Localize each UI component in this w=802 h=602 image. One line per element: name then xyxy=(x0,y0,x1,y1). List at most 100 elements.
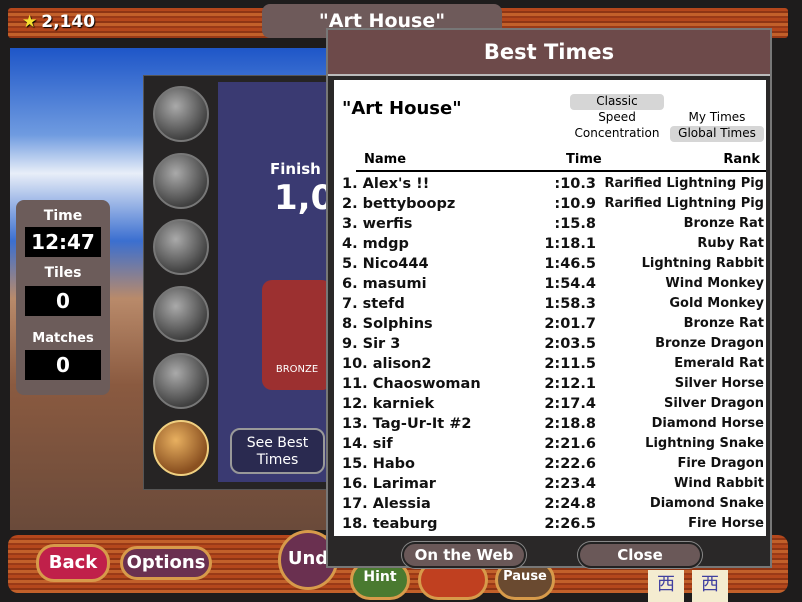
table-row: 3. werfis:15.8 Bronze Rat xyxy=(342,216,766,236)
player-name: 18. teaburg xyxy=(342,516,438,532)
table-row: 7. stefd 1:58.3 Gold Monkey xyxy=(342,296,766,316)
table-row: 13. Tag-Ur-It #2 2:18.8 Diamond Horse xyxy=(342,416,766,436)
player-rank: Bronze Rat xyxy=(683,216,764,231)
star-icon: ★ xyxy=(22,12,38,32)
mahjong-tile-west-icon: 西 xyxy=(692,570,728,602)
table-row: 9. Sir 3 2:03.5 Bronze Dragon xyxy=(342,336,766,356)
player-rank: Silver Dragon xyxy=(664,396,764,411)
tiger-medal-icon[interactable] xyxy=(153,286,209,342)
player-rank: Silver Horse xyxy=(674,376,764,391)
dragon-medal-icon[interactable] xyxy=(153,153,209,209)
table-row: 17. Alessia 2:24.8 Diamond Snake xyxy=(342,496,766,516)
options-button[interactable]: Options xyxy=(120,546,212,580)
table-row: 2. bettyboopz :10.9 Rarified Lightning Pig xyxy=(342,196,766,216)
player-time: 2:24.8 xyxy=(544,496,596,512)
table-row: 5. Nico444 1:46.5 Lightning Rabbit xyxy=(342,256,766,276)
player-time: 2:18.8 xyxy=(544,416,596,432)
matches-label: Matches xyxy=(32,331,94,346)
player-time: 2:26.5 xyxy=(544,516,596,532)
player-name: 14. sif xyxy=(342,436,393,452)
mahjong-tile-west-icon: 西 xyxy=(648,570,684,602)
column-time: Time xyxy=(566,152,602,167)
score-display: ★ 2,140 xyxy=(22,12,96,32)
player-name: 6. masumi xyxy=(342,276,427,292)
player-rank: Wind Monkey xyxy=(665,276,764,291)
table-row: 11. Chaoswoman 2:12.1 Silver Horse xyxy=(342,376,766,396)
player-rank: Gold Monkey xyxy=(669,296,764,311)
stats-panel: Time 12:47 Tiles 0 Matches 0 xyxy=(16,200,110,395)
bronze-medal: BRONZE xyxy=(262,280,332,390)
snake-medal-icon[interactable] xyxy=(153,86,209,142)
player-time: 2:12.1 xyxy=(544,376,596,392)
dialog-title: Best Times xyxy=(328,30,770,76)
player-time: :10.9 xyxy=(554,196,596,212)
rat-medal-icon[interactable] xyxy=(153,420,209,476)
back-button[interactable]: Back xyxy=(36,544,110,582)
column-name: Name xyxy=(364,152,407,167)
player-name: 17. Alessia xyxy=(342,496,431,512)
tiles-value: 0 xyxy=(25,286,101,316)
rabbit-medal-icon[interactable] xyxy=(153,219,209,275)
player-name: 15. Habo xyxy=(342,456,415,472)
player-rank: Fire Dragon xyxy=(677,456,764,471)
scope-my-times[interactable]: My Times xyxy=(670,110,764,124)
player-rank: Emerald Rat xyxy=(674,356,764,371)
player-rank: Diamond Horse xyxy=(651,416,764,431)
player-rank: Bronze Dragon xyxy=(655,336,764,351)
tiles-label: Tiles xyxy=(44,265,82,281)
table-row: 4. mdgp 1:18.1 Ruby Rat xyxy=(342,236,766,256)
table-row: 14. sif 2:21.6 Lightning Snake xyxy=(342,436,766,456)
table-row: 16. Larimar 2:23.4 Wind Rabbit xyxy=(342,476,766,496)
table-row: 15. Habo 2:22.6 Fire Dragon xyxy=(342,456,766,476)
player-rank: Bronze Rat xyxy=(683,316,764,331)
player-rank: Rarified Lightning Pig xyxy=(604,196,764,211)
player-time: 1:46.5 xyxy=(544,256,596,272)
player-time: 1:18.1 xyxy=(544,236,596,252)
scope-global-times[interactable]: Global Times xyxy=(670,126,764,142)
player-time: 2:01.7 xyxy=(544,316,596,332)
player-rank: Rarified Lightning Pig xyxy=(604,176,764,191)
ox-medal-icon[interactable] xyxy=(153,353,209,409)
player-name: 2. bettyboopz xyxy=(342,196,456,212)
player-rank: Lightning Snake xyxy=(645,436,764,451)
time-value: 12:47 xyxy=(25,227,101,257)
player-name: 4. mdgp xyxy=(342,236,409,252)
mode-speed[interactable]: Speed xyxy=(570,110,664,124)
player-name: 1. Alex's !! xyxy=(342,176,430,192)
player-time: 2:11.5 xyxy=(544,356,596,372)
player-name: 3. werfis xyxy=(342,216,413,232)
table-row: 1. Alex's !! :10.3 Rarified Lightning Pig xyxy=(342,176,766,196)
player-time: :10.3 xyxy=(554,176,596,192)
player-name: 13. Tag-Ur-It #2 xyxy=(342,416,472,432)
time-label: Time xyxy=(43,208,83,224)
player-time: 2:21.6 xyxy=(544,436,596,452)
best-times-dialog: Best Times "Art House" Classic Speed Con… xyxy=(326,28,772,568)
player-name: 5. Nico444 xyxy=(342,256,429,272)
player-name: 8. Solphins xyxy=(342,316,433,332)
table-row: 6. masumi 1:54.4 Wind Monkey xyxy=(342,276,766,296)
best-times-content: "Art House" Classic Speed Concentration … xyxy=(334,80,766,536)
table-row: 12. karniek 2:17.4 Silver Dragon xyxy=(342,396,766,416)
player-rank: Wind Rabbit xyxy=(674,476,764,491)
player-time: 2:23.4 xyxy=(544,476,596,492)
close-button[interactable]: Close xyxy=(578,542,702,568)
matches-value: 0 xyxy=(25,350,101,380)
player-time: 1:58.3 xyxy=(544,296,596,312)
see-best-times-button[interactable]: See Best Times xyxy=(230,428,325,474)
header-divider xyxy=(356,170,766,172)
player-time: 2:22.6 xyxy=(544,456,596,472)
on-the-web-button[interactable]: On the Web xyxy=(402,542,526,568)
player-name: 11. Chaoswoman xyxy=(342,376,481,392)
table-row: 18. teaburg 2:26.5 Fire Horse xyxy=(342,516,766,536)
player-rank: Diamond Snake xyxy=(649,496,764,511)
player-name: 12. karniek xyxy=(342,396,435,412)
player-name: 10. alison2 xyxy=(342,356,432,372)
player-rank: Lightning Rabbit xyxy=(641,256,764,271)
player-time: 2:17.4 xyxy=(544,396,596,412)
mode-concentration[interactable]: Concentration xyxy=(570,126,664,140)
player-time: 2:03.5 xyxy=(544,336,596,352)
dialog-puzzle-title: "Art House" xyxy=(342,98,462,119)
player-name: 7. stefd xyxy=(342,296,405,312)
mode-classic[interactable]: Classic xyxy=(570,94,664,110)
column-rank: Rank xyxy=(723,152,760,167)
